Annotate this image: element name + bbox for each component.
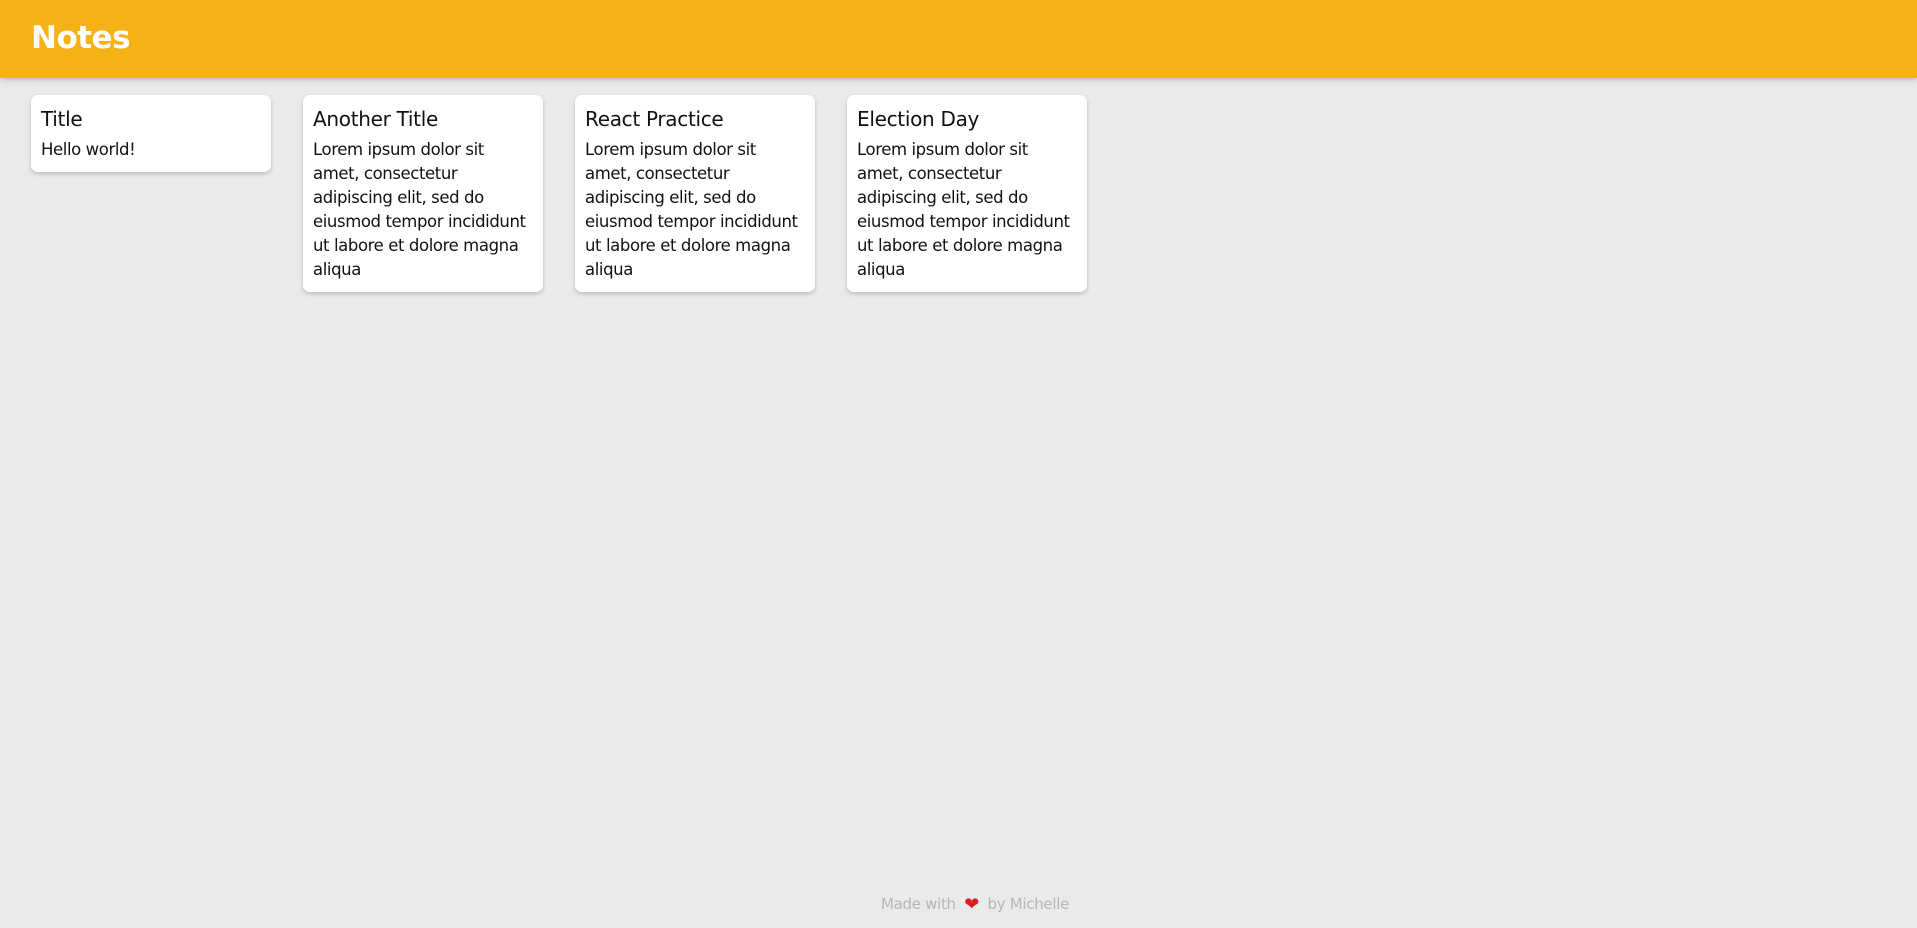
note-card[interactable]: Title Hello world! [31,95,271,172]
note-content: Lorem ipsum dolor sit amet, consectetur … [313,140,526,279]
note-card[interactable]: Election Day Lorem ipsum dolor sit amet,… [847,95,1087,292]
note-title: Title [41,107,83,131]
footer-author: by Michelle [987,895,1070,913]
note-card[interactable]: React Practice Lorem ipsum dolor sit ame… [575,95,815,292]
note-content: Lorem ipsum dolor sit amet, consectetur … [585,140,798,279]
note-content: Hello world! [41,140,136,159]
footer-prefix: Made with [880,895,956,913]
app-title: Notes [31,20,131,56]
app-header: Notes [0,0,1917,78]
heart-icon: ❤ [964,894,980,915]
note-title: Election Day [857,107,980,131]
note-content: Lorem ipsum dolor sit amet, consectetur … [857,140,1070,279]
note-title: Another Title [313,107,438,131]
footer: Made with ❤ by Michelle [0,892,1917,917]
note-title: React Practice [585,107,724,131]
note-card[interactable]: Another Title Lorem ipsum dolor sit amet… [303,95,543,292]
